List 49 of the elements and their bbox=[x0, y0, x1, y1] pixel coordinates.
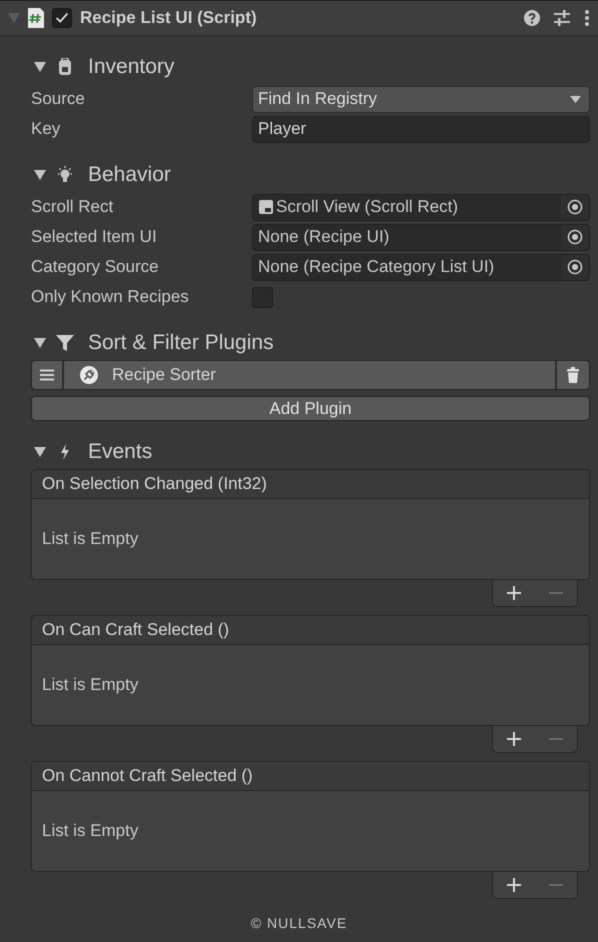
collapse-arrow-icon[interactable] bbox=[34, 338, 46, 348]
plus-icon bbox=[507, 732, 521, 746]
add-button[interactable] bbox=[505, 584, 523, 602]
section-title: Behavior bbox=[88, 163, 171, 187]
section-title: Sort & Filter Plugins bbox=[88, 331, 274, 355]
add-button[interactable] bbox=[505, 730, 523, 748]
plug-icon bbox=[80, 366, 98, 384]
add-button[interactable] bbox=[505, 876, 523, 894]
field-label: Category Source bbox=[31, 257, 160, 277]
section-title: Events bbox=[88, 440, 152, 464]
event-title: On Cannot Craft Selected () bbox=[32, 762, 589, 791]
help-icon[interactable] bbox=[524, 10, 540, 26]
target-icon[interactable] bbox=[567, 199, 583, 215]
event-title: On Selection Changed (Int32) bbox=[32, 470, 589, 499]
collapse-arrow-icon[interactable] bbox=[34, 170, 46, 180]
checkbox[interactable] bbox=[252, 286, 273, 308]
dropdown[interactable]: Find In Registry bbox=[252, 86, 590, 112]
plus-icon bbox=[507, 878, 521, 892]
plus-icon bbox=[507, 586, 521, 600]
lightbulb-icon bbox=[56, 166, 74, 184]
target-icon[interactable] bbox=[567, 229, 583, 245]
sliders-icon[interactable] bbox=[554, 10, 570, 26]
section-title: Inventory bbox=[88, 55, 174, 79]
script-icon bbox=[28, 8, 44, 28]
empty-list-text: List is Empty bbox=[42, 529, 138, 549]
component-title: Recipe List UI (Script) bbox=[80, 8, 258, 28]
field-label: Only Known Recipes bbox=[31, 287, 190, 307]
more-icon[interactable] bbox=[584, 10, 590, 26]
copyright-text: © NULLSAVE bbox=[250, 915, 348, 931]
filter-icon bbox=[56, 334, 74, 352]
collapse-arrow-icon[interactable] bbox=[34, 62, 46, 72]
empty-list-text: List is Empty bbox=[42, 821, 138, 841]
event-title: On Can Craft Selected () bbox=[32, 616, 589, 645]
field-label: Scroll Rect bbox=[31, 197, 114, 217]
target-icon[interactable] bbox=[567, 259, 583, 275]
field-label: Key bbox=[31, 119, 62, 139]
drag-handle-icon[interactable] bbox=[40, 369, 54, 381]
trash-icon[interactable] bbox=[566, 367, 580, 383]
add-plugin-button[interactable]: Add Plugin bbox=[31, 396, 590, 421]
component-icon bbox=[258, 199, 274, 215]
empty-list-text: List is Empty bbox=[42, 675, 138, 695]
field-label: Selected Item UI bbox=[31, 227, 158, 247]
plugin-name: Recipe Sorter bbox=[112, 365, 216, 385]
enabled-checkbox[interactable] bbox=[52, 8, 72, 28]
caret-icon bbox=[570, 96, 581, 102]
text-field[interactable]: Player bbox=[252, 116, 590, 142]
backpack-icon bbox=[56, 58, 74, 76]
field-label: Source bbox=[31, 89, 86, 109]
collapse-arrow-icon[interactable] bbox=[34, 447, 46, 457]
